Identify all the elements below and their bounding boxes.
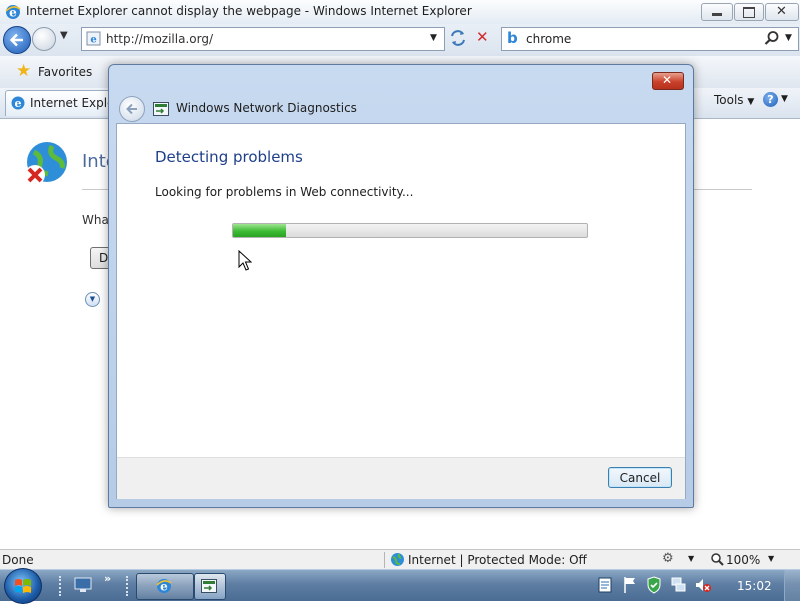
search-icon[interactable]	[764, 30, 780, 49]
tab-current[interactable]: e Internet Explorer	[5, 90, 131, 116]
minimize-icon	[712, 13, 722, 16]
quicklaunch-overflow-icon[interactable]: »	[104, 572, 111, 585]
cancel-button[interactable]: Cancel	[608, 467, 672, 488]
taskbar-diagnostics-button[interactable]	[194, 573, 226, 600]
quicklaunch-grip-icon	[59, 576, 65, 596]
windows-logo-icon	[15, 579, 31, 593]
taskbar-clock[interactable]: 15:02	[737, 579, 772, 593]
start-button[interactable]	[4, 568, 42, 604]
help-dropdown-icon: ▼	[781, 94, 788, 104]
stop-button[interactable]: ✕	[472, 27, 494, 49]
refresh-icon	[451, 30, 465, 46]
back-arrow-icon	[9, 33, 23, 47]
network-diagnostics-dialog: ✕ Windows Network Diagnostics Detecting …	[108, 64, 694, 508]
tray-volume-muted-icon[interactable]	[694, 576, 712, 597]
help-icon: ?	[763, 92, 778, 107]
svg-text:e: e	[90, 35, 96, 46]
search-input[interactable]: chrome	[526, 32, 571, 46]
tools-menu[interactable]: Tools ▼	[714, 93, 754, 107]
forward-button[interactable]	[32, 27, 56, 51]
tab-ie-icon: e	[10, 95, 26, 114]
page-question: Wha	[82, 213, 109, 227]
stop-icon: ✕	[476, 28, 489, 46]
dialog-close-button[interactable]: ✕	[652, 72, 684, 90]
refresh-button[interactable]	[447, 27, 469, 49]
bing-icon: b	[507, 29, 518, 47]
close-button[interactable]: ✕	[765, 3, 799, 21]
dialog-body: Detecting problems Looking for problems …	[116, 123, 686, 499]
network-diagnostics-icon	[153, 101, 169, 120]
taskbar-ie-icon: e	[155, 577, 173, 598]
search-box[interactable]: b chrome ▼	[501, 27, 799, 51]
dialog-status-text: Looking for problems in Web connectivity…	[155, 185, 414, 199]
internet-zone-icon	[390, 552, 405, 570]
address-dropdown-icon[interactable]: ▼	[430, 33, 437, 43]
status-text: Done	[2, 553, 34, 567]
ie-title-bar: e Internet Explorer cannot display the w…	[0, 0, 800, 24]
address-bar[interactable]: e http://mozilla.org/ ▼	[81, 27, 445, 51]
dialog-back-arrow-icon	[126, 103, 137, 115]
zoom-level[interactable]: 100%	[726, 553, 760, 567]
mouse-cursor-icon	[238, 250, 252, 271]
protected-mode-icon[interactable]: ⚙	[662, 551, 674, 566]
security-zone-label[interactable]: Internet | Protected Mode: Off	[408, 553, 587, 567]
progress-bar	[232, 223, 588, 238]
tray-action-center-flag-icon[interactable]	[622, 576, 638, 597]
zoom-dropdown-icon[interactable]: ▼	[768, 554, 774, 563]
show-desktop-icon[interactable]	[74, 577, 92, 596]
tools-label: Tools	[714, 93, 744, 107]
dialog-back-button[interactable]	[119, 96, 145, 122]
minimize-button[interactable]	[701, 3, 733, 21]
taskbar-grip-icon	[126, 576, 132, 596]
zoom-magnifier-icon[interactable]	[710, 552, 724, 569]
taskbar-diagnostics-icon	[201, 578, 217, 597]
show-desktop-strip[interactable]	[784, 570, 800, 601]
progress-fill	[233, 224, 287, 237]
dialog-close-icon: ✕	[662, 73, 673, 87]
favorites-star-icon: ★	[16, 61, 32, 81]
restore-icon	[743, 7, 755, 18]
tray-security-shield-icon[interactable]	[646, 576, 662, 597]
ie-logo-icon: e	[4, 3, 22, 24]
zone-dropdown-icon[interactable]: ▼	[688, 554, 694, 563]
status-bar: Done Internet | Protected Mode: Off ⚙ ▼ …	[0, 549, 800, 570]
svg-text:e: e	[15, 97, 22, 110]
taskbar: » e 15:02	[0, 568, 800, 604]
history-dropdown-icon[interactable]: ▼	[60, 30, 68, 41]
more-info-expand-icon[interactable]: ▼	[85, 292, 100, 307]
address-url: http://mozilla.org/	[106, 32, 213, 46]
dialog-title: Windows Network Diagnostics	[176, 101, 357, 115]
tools-dropdown-icon: ▼	[747, 97, 755, 107]
page-icon: e	[86, 31, 101, 49]
ie-error-globe-icon	[22, 140, 70, 191]
close-icon: ✕	[776, 4, 787, 19]
diagnose-button-label: D	[99, 251, 109, 265]
dialog-footer: Cancel	[117, 457, 685, 499]
status-divider	[384, 552, 385, 568]
back-button[interactable]	[3, 26, 31, 54]
window-title: Internet Explorer cannot display the web…	[26, 4, 472, 18]
tray-network-icon[interactable]	[670, 576, 688, 597]
search-options-icon[interactable]: ▼	[785, 33, 792, 43]
favorites-label: Favorites	[38, 65, 93, 79]
dialog-heading: Detecting problems	[155, 148, 303, 166]
restore-button[interactable]	[734, 3, 764, 21]
taskbar-ie-button[interactable]: e	[136, 573, 194, 600]
tray-document-icon[interactable]	[598, 577, 612, 596]
